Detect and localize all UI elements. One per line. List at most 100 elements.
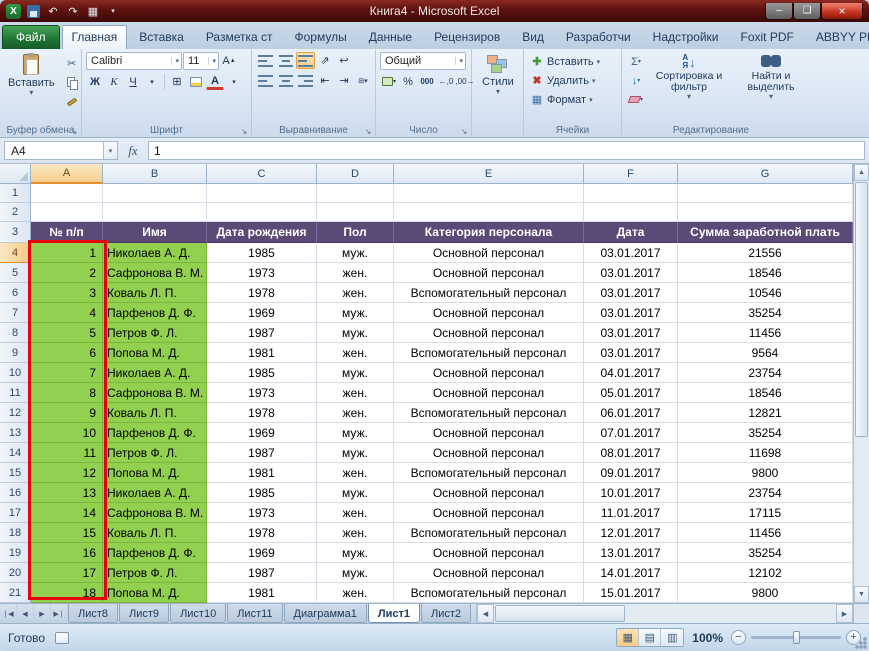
align-top-button[interactable] <box>256 52 275 69</box>
cell-D19[interactable]: муж. <box>317 543 394 563</box>
cell-E11[interactable]: Основной персонал <box>394 383 584 403</box>
cell-B14[interactable]: Петров Ф. Л. <box>103 443 207 463</box>
ribbon-tab-главная[interactable]: Главная <box>62 25 128 49</box>
cell-G14[interactable]: 11698 <box>678 443 853 463</box>
column-header-B[interactable]: B <box>103 164 207 184</box>
redo-button[interactable]: ↷ <box>65 3 81 19</box>
sheet-tab-диаграмма1[interactable]: Диаграмма1 <box>284 604 367 623</box>
cell-B7[interactable]: Парфенов Д. Ф. <box>103 303 207 323</box>
comma-style-button[interactable]: 000 <box>418 73 436 90</box>
cell-B8[interactable]: Петров Ф. Л. <box>103 323 207 343</box>
cell-A9[interactable]: 6 <box>31 343 103 363</box>
cell-D9[interactable]: жен. <box>317 343 394 363</box>
cell-B11[interactable]: Сафронова В. М. <box>103 383 207 403</box>
select-all-corner[interactable] <box>0 164 31 184</box>
cell-E21[interactable]: Вспомогательный персонал <box>394 583 584 603</box>
cell-G5[interactable]: 18546 <box>678 263 853 283</box>
cell-F13[interactable]: 07.01.2017 <box>584 423 678 443</box>
cell-F1[interactable] <box>584 184 678 203</box>
row-header-19[interactable]: 19 <box>0 543 31 563</box>
cell-E18[interactable]: Вспомогательный персонал <box>394 523 584 543</box>
cell-E4[interactable]: Основной персонал <box>394 243 584 263</box>
font-dialog-launcher[interactable]: ↘ <box>239 126 249 136</box>
accounting-format-button[interactable]: ▾ <box>380 73 398 90</box>
cell-B2[interactable] <box>103 203 207 222</box>
cell-E3[interactable]: Категория персонала <box>394 222 584 243</box>
cell-C16[interactable]: 1985 <box>207 483 317 503</box>
undo-button[interactable]: ↶ <box>45 3 61 19</box>
row-header-15[interactable]: 15 <box>0 463 31 483</box>
cell-A8[interactable]: 5 <box>31 323 103 343</box>
cell-E1[interactable] <box>394 184 584 203</box>
cell-G1[interactable] <box>678 184 853 203</box>
cell-B20[interactable]: Петров Ф. Л. <box>103 563 207 583</box>
borders-button[interactable]: ⊞ <box>168 73 186 90</box>
cell-D11[interactable]: жен. <box>317 383 394 403</box>
cell-B13[interactable]: Парфенов Д. Ф. <box>103 423 207 443</box>
cell-G4[interactable]: 21556 <box>678 243 853 263</box>
insert-cells-button[interactable]: ✚ Вставить ▾ <box>528 52 618 71</box>
excel-logo-icon[interactable]: X <box>6 4 21 19</box>
cell-B9[interactable]: Попова М. Д. <box>103 343 207 363</box>
cell-G10[interactable]: 23754 <box>678 363 853 383</box>
font-size-select[interactable]: 11▾ <box>183 52 219 70</box>
cell-D20[interactable]: муж. <box>317 563 394 583</box>
sheet-tab-лист10[interactable]: Лист10 <box>170 604 226 623</box>
font-color-caret-icon[interactable]: ▾ <box>225 73 243 90</box>
percent-style-button[interactable]: % <box>399 73 417 90</box>
zoom-out-icon[interactable]: − <box>731 630 746 645</box>
cell-D15[interactable]: жен. <box>317 463 394 483</box>
close-button[interactable]: × <box>821 3 863 20</box>
cell-B5[interactable]: Сафронова В. М. <box>103 263 207 283</box>
cell-F17[interactable]: 11.01.2017 <box>584 503 678 523</box>
number-dialog-launcher[interactable]: ↘ <box>459 126 469 136</box>
scroll-down-icon[interactable]: ▼ <box>854 586 869 603</box>
cell-C9[interactable]: 1981 <box>207 343 317 363</box>
row-header-3[interactable]: 3 <box>0 222 31 243</box>
row-header-13[interactable]: 13 <box>0 423 31 443</box>
cell-E15[interactable]: Вспомогательный персонал <box>394 463 584 483</box>
row-header-20[interactable]: 20 <box>0 563 31 583</box>
cell-D4[interactable]: муж. <box>317 243 394 263</box>
styles-button[interactable]: Стили ▾ <box>476 52 520 97</box>
row-header-16[interactable]: 16 <box>0 483 31 503</box>
cut-button[interactable]: ✂ <box>62 55 82 72</box>
cell-F4[interactable]: 03.01.2017 <box>584 243 678 263</box>
cell-F11[interactable]: 05.01.2017 <box>584 383 678 403</box>
name-box[interactable]: A4 <box>4 141 104 160</box>
cell-D17[interactable]: жен. <box>317 503 394 523</box>
cell-G8[interactable]: 11456 <box>678 323 853 343</box>
cell-A6[interactable]: 3 <box>31 283 103 303</box>
column-header-C[interactable]: C <box>207 164 317 184</box>
cell-B17[interactable]: Сафронова В. М. <box>103 503 207 523</box>
row-header-5[interactable]: 5 <box>0 263 31 283</box>
underline-caret-icon[interactable]: ▾ <box>143 73 161 90</box>
ribbon-tab-file[interactable]: Файл <box>2 25 60 49</box>
prev-sheet-button[interactable]: ◀ <box>17 604 34 623</box>
cell-D6[interactable]: жен. <box>317 283 394 303</box>
sheet-tab-лист2[interactable]: Лист2 <box>421 604 471 623</box>
cell-E5[interactable]: Основной персонал <box>394 263 584 283</box>
cell-F16[interactable]: 10.01.2017 <box>584 483 678 503</box>
font-color-button[interactable]: А <box>206 73 224 90</box>
row-header-21[interactable]: 21 <box>0 583 31 603</box>
row-header-10[interactable]: 10 <box>0 363 31 383</box>
cell-B6[interactable]: Коваль Л. П. <box>103 283 207 303</box>
ribbon-tab-формулы[interactable]: Формулы <box>285 25 357 49</box>
cell-B19[interactable]: Парфенов Д. Ф. <box>103 543 207 563</box>
align-right-button[interactable] <box>296 72 315 89</box>
cell-C6[interactable]: 1978 <box>207 283 317 303</box>
maximize-button[interactable]: ❏ <box>793 3 821 20</box>
cell-A20[interactable]: 17 <box>31 563 103 583</box>
cell-C14[interactable]: 1987 <box>207 443 317 463</box>
find-select-button[interactable]: Найти и выделить ▾ <box>730 52 812 102</box>
cell-D18[interactable]: жен. <box>317 523 394 543</box>
cell-E13[interactable]: Основной персонал <box>394 423 584 443</box>
cell-G7[interactable]: 35254 <box>678 303 853 323</box>
cell-F6[interactable]: 03.01.2017 <box>584 283 678 303</box>
sort-filter-button[interactable]: АЯ↓ Сортировка и фильтр ▾ <box>648 52 730 102</box>
sheet-tab-лист9[interactable]: Лист9 <box>119 604 169 623</box>
horizontal-scroll-thumb[interactable] <box>495 605 625 622</box>
quick-print-button[interactable]: ▦ <box>85 3 101 19</box>
scroll-left-icon[interactable]: ◀ <box>477 604 494 623</box>
